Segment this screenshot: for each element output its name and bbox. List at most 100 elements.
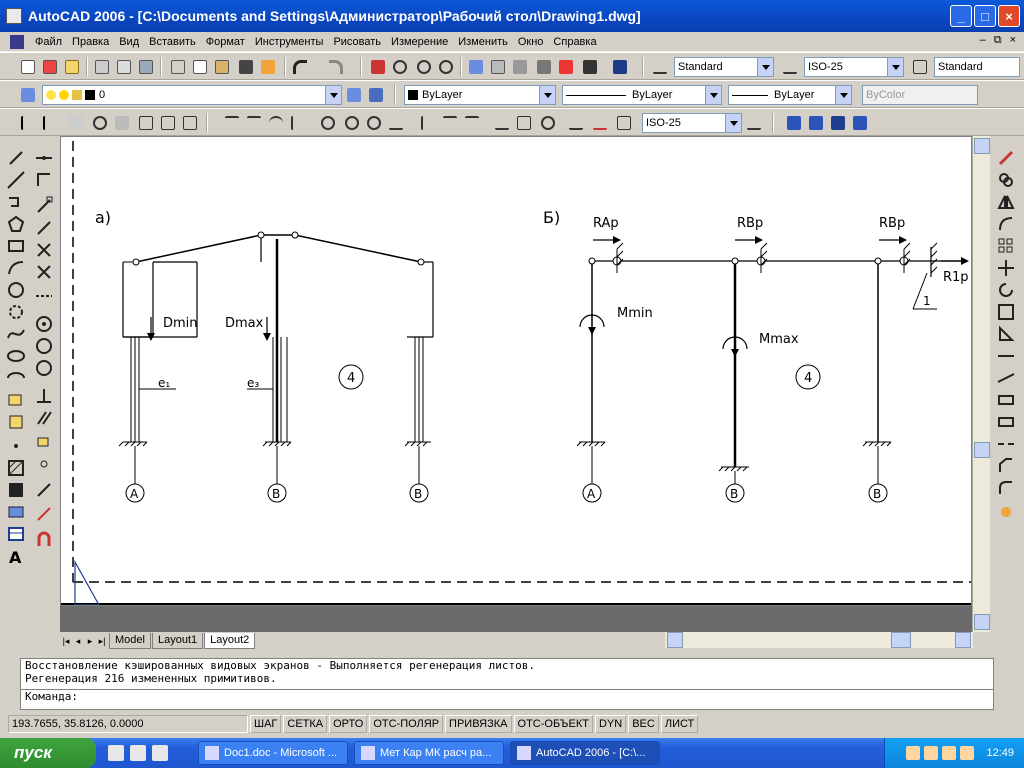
extend-icon[interactable] <box>996 368 1016 388</box>
ellipse-arc-icon[interactable] <box>6 368 26 388</box>
make-object-layer-current-icon[interactable] <box>344 85 364 105</box>
snap-perpendicular-icon[interactable] <box>34 386 54 406</box>
table-style-select[interactable]: Standard <box>934 57 1020 77</box>
status-osnap-button[interactable]: ПРИВЯЗКА <box>445 715 512 733</box>
match-properties-icon[interactable] <box>236 57 256 77</box>
explode-icon[interactable] <box>996 502 1016 522</box>
linetype-select[interactable]: ByLayer <box>562 85 722 105</box>
task-word-doc[interactable]: Doc1.doc - Microsoft ... <box>198 741 348 765</box>
properties-icon[interactable] <box>466 57 486 77</box>
command-window[interactable]: Восстановление кэшированных видовых экра… <box>20 658 994 710</box>
stretch-icon[interactable] <box>996 324 1016 344</box>
first-tab-button[interactable]: |◂ <box>60 634 72 648</box>
snap-node-icon[interactable] <box>34 454 54 474</box>
mtext-icon[interactable] <box>40 113 60 133</box>
xline-icon[interactable] <box>6 170 26 190</box>
publish-icon[interactable] <box>136 57 156 77</box>
calculator-icon[interactable] <box>580 57 600 77</box>
find-icon[interactable] <box>90 113 110 133</box>
last-tab-button[interactable]: ▸| <box>96 634 108 648</box>
snap-nearest-icon[interactable] <box>34 480 54 500</box>
status-dyn-button[interactable]: DYN <box>594 715 627 733</box>
dim-update-icon[interactable] <box>614 113 634 133</box>
insert-block-icon[interactable] <box>6 390 26 410</box>
undo-icon[interactable] <box>290 57 310 77</box>
autocad-app-icon[interactable] <box>6 8 22 24</box>
continue-icon[interactable] <box>462 113 482 133</box>
color-select[interactable]: ByLayer <box>404 85 556 105</box>
tray-icon[interactable] <box>960 746 975 760</box>
snap-from-icon[interactable] <box>34 170 54 190</box>
close-button[interactable]: × <box>998 5 1020 27</box>
line-icon[interactable] <box>6 148 26 168</box>
snap-none-icon[interactable] <box>34 504 54 524</box>
snap-tangent-icon[interactable] <box>34 358 54 378</box>
menu-view[interactable]: Вид <box>114 36 144 48</box>
quick-launch-ie-icon[interactable] <box>130 745 146 761</box>
qleader-icon[interactable] <box>492 113 512 133</box>
region-icon[interactable] <box>6 502 26 522</box>
title-bar[interactable]: AutoCAD 2006 - [C:\Documents and Setting… <box>0 0 1024 32</box>
cut-icon[interactable] <box>168 57 188 77</box>
layer-manager-icon[interactable] <box>18 85 38 105</box>
erase-icon[interactable] <box>996 148 1016 168</box>
jogged-icon[interactable] <box>342 113 362 133</box>
snap-insert-icon[interactable] <box>34 430 54 450</box>
snap-apparent-icon[interactable] <box>34 262 54 282</box>
osnap-settings-icon[interactable] <box>34 530 54 550</box>
next-tab-button[interactable]: ▸ <box>84 634 96 648</box>
move-icon[interactable] <box>996 258 1016 278</box>
zoom-window-icon[interactable] <box>414 57 434 77</box>
fillet-icon[interactable] <box>996 478 1016 498</box>
coordinates-display[interactable]: 193.7655, 35.8126, 0.0000 <box>8 715 248 733</box>
status-paper-button[interactable]: ЛИСТ <box>660 715 699 733</box>
make-block-icon[interactable] <box>6 412 26 432</box>
maximize-button[interactable]: □ <box>974 5 996 27</box>
tolerance-icon[interactable] <box>514 113 534 133</box>
copy-icon[interactable] <box>190 57 210 77</box>
paste-icon[interactable] <box>212 57 232 77</box>
dim-style-manager-icon[interactable] <box>744 113 764 133</box>
menu-draw[interactable]: Рисовать <box>328 36 386 48</box>
tool-palettes-icon[interactable] <box>510 57 530 77</box>
break-icon[interactable] <box>996 412 1016 432</box>
doc-restore-button[interactable]: ⧉ <box>994 34 1002 47</box>
array-icon[interactable] <box>996 236 1016 256</box>
document-icon[interactable] <box>10 34 24 49</box>
tray-icon[interactable] <box>906 746 921 760</box>
join-icon[interactable] <box>996 434 1016 454</box>
quick-launch-explorer-icon[interactable] <box>108 745 124 761</box>
text-style-icon[interactable] <box>650 57 670 77</box>
polyline-icon[interactable] <box>6 192 26 212</box>
lineweight-select[interactable]: ByLayer <box>728 85 852 105</box>
radius-icon[interactable] <box>318 113 338 133</box>
print-icon[interactable] <box>92 57 112 77</box>
menu-window[interactable]: Окно <box>513 36 549 48</box>
aligned-dim-icon[interactable] <box>244 113 264 133</box>
qnew-icon[interactable] <box>40 57 60 77</box>
minimize-button[interactable]: _ <box>950 5 972 27</box>
gradient-icon[interactable] <box>6 480 26 500</box>
spline-icon[interactable] <box>6 324 26 344</box>
status-grid-button[interactable]: СЕТКА <box>283 715 328 733</box>
menu-edit[interactable]: Правка <box>67 36 114 48</box>
start-button[interactable]: пуск <box>0 738 96 768</box>
menu-insert[interactable]: Вставить <box>144 36 201 48</box>
text-style-2-icon[interactable] <box>136 113 156 133</box>
table-icon[interactable] <box>6 524 26 544</box>
prev-tab-button[interactable]: ◂ <box>72 634 84 648</box>
hatch-icon[interactable] <box>6 458 26 478</box>
edit-text-icon[interactable] <box>66 113 86 133</box>
block-editor-icon[interactable] <box>258 57 278 77</box>
design-center-icon[interactable] <box>488 57 508 77</box>
status-snap-button[interactable]: ШАГ <box>250 715 282 733</box>
bring-to-front-icon[interactable] <box>784 113 804 133</box>
vertical-scrollbar[interactable] <box>972 136 990 632</box>
dim-style-select-2[interactable]: ISO-25 <box>642 113 742 133</box>
temp-track-icon[interactable] <box>34 148 54 168</box>
tray-icon[interactable] <box>924 746 939 760</box>
mirror-icon[interactable] <box>996 192 1016 212</box>
break-at-point-icon[interactable] <box>996 390 1016 410</box>
status-ortho-button[interactable]: ОРТО <box>329 715 368 733</box>
dim-style-select[interactable]: ISO-25 <box>804 57 904 77</box>
